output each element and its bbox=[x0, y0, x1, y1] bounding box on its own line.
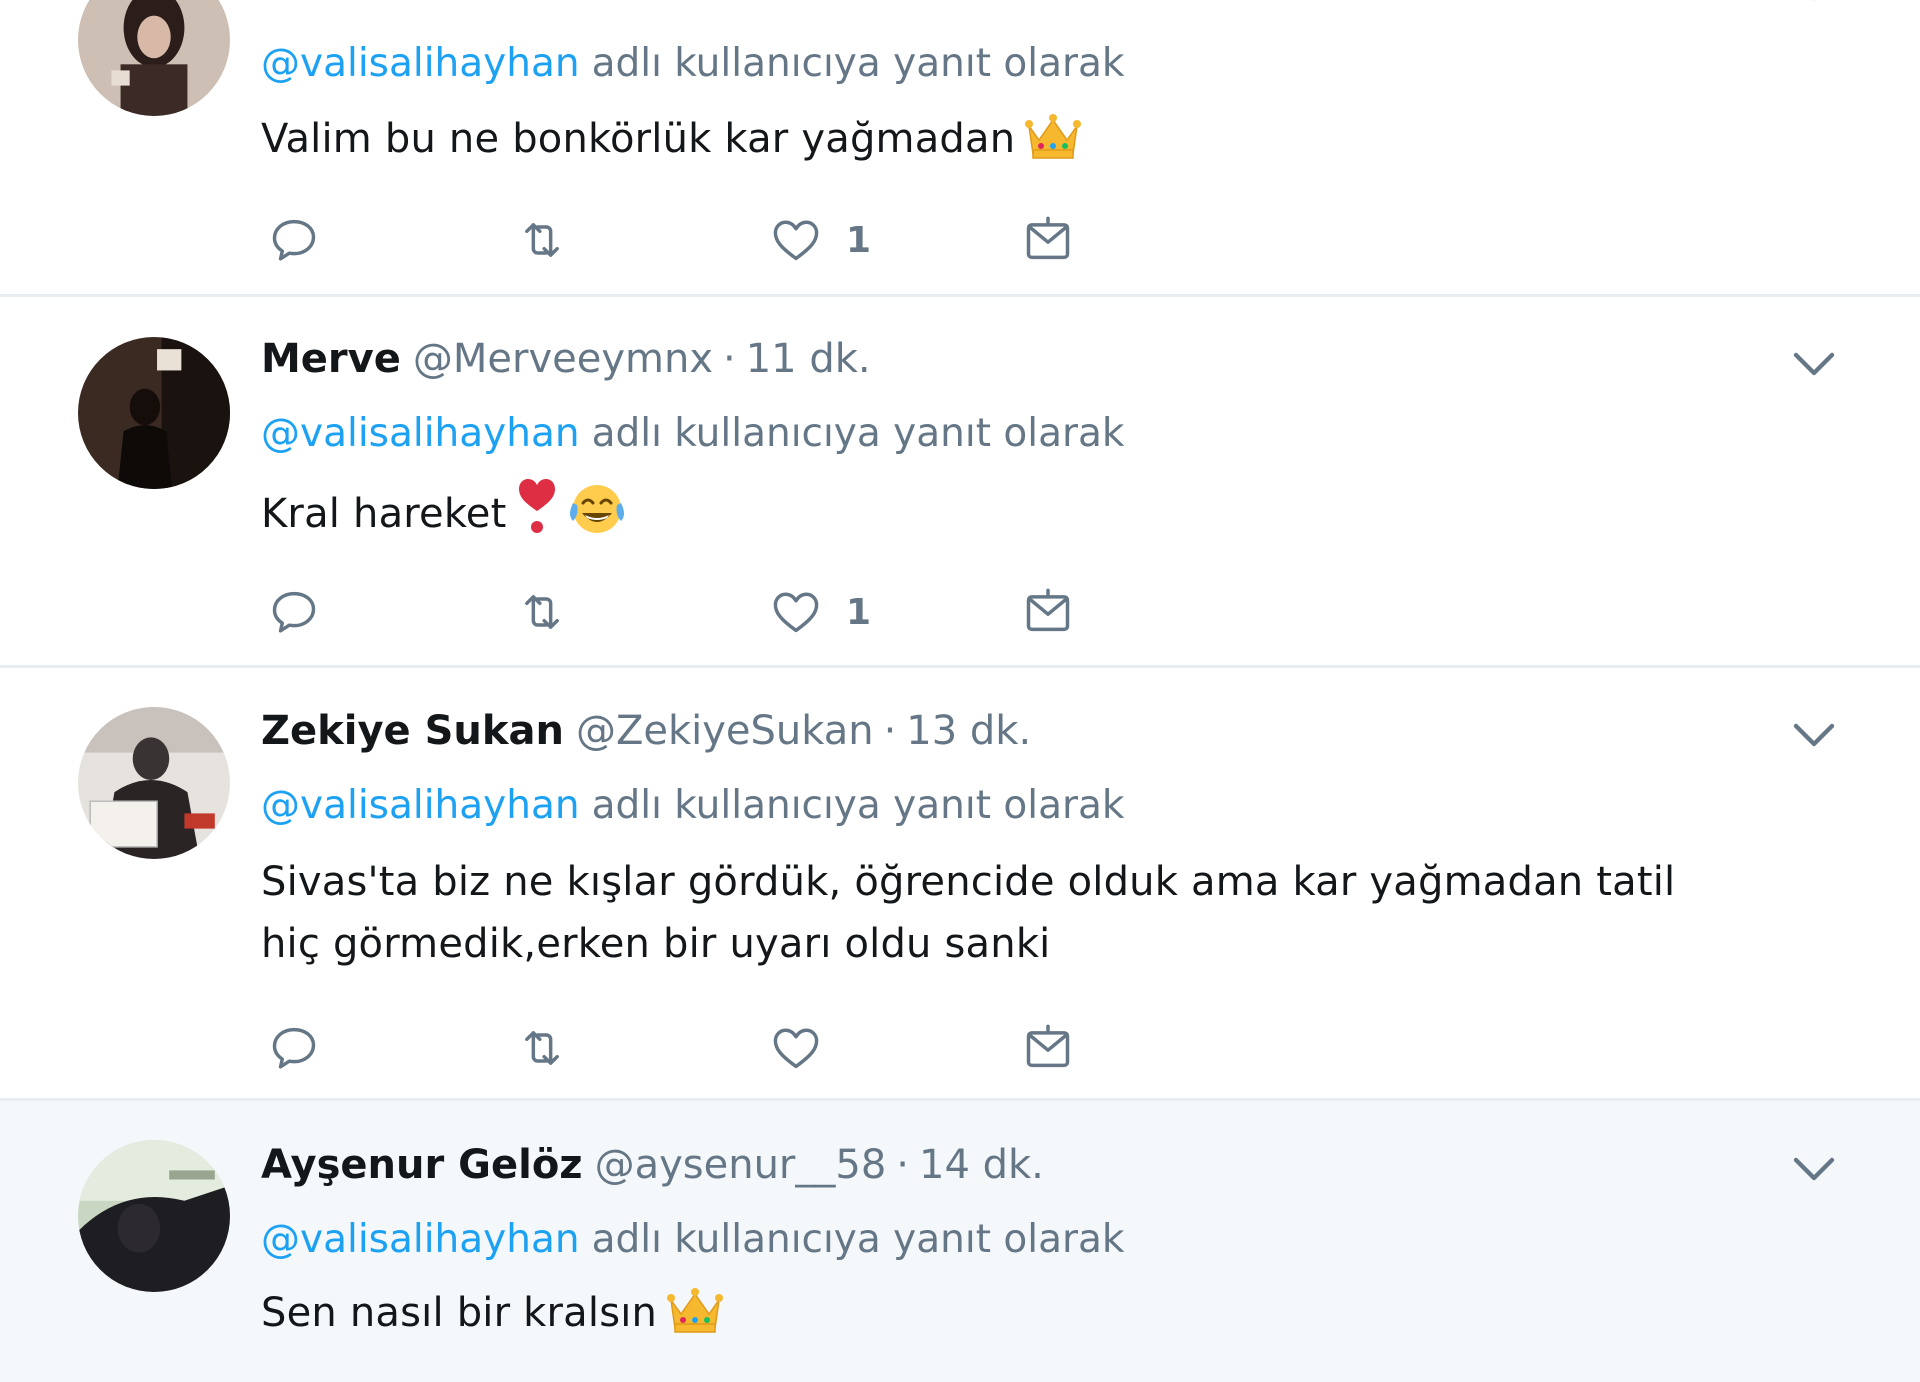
separator-dot: · bbox=[883, 708, 897, 754]
author-handle[interactable]: @ZekiyeSukan bbox=[576, 708, 874, 754]
crown-emoji bbox=[667, 1286, 724, 1336]
tweet-timestamp[interactable]: 11 dk. bbox=[746, 336, 871, 382]
crown-emoji bbox=[1025, 112, 1082, 162]
tweet-item[interactable]: @valisalihayhan adlı kullanıcıya yanıt ol… bbox=[0, 0, 1920, 297]
avatar[interactable] bbox=[78, 1140, 230, 1292]
author-name[interactable]: Merve bbox=[261, 336, 401, 382]
reply-context: @valisalihayhan adlı kullanıcıya yanıt ol… bbox=[261, 40, 1125, 88]
heavy-heart-exclamation-emoji bbox=[517, 477, 557, 537]
tweet-actions: 1 bbox=[268, 212, 1088, 268]
chevron-down-icon[interactable] bbox=[1790, 0, 1838, 10]
tweet-header: Merve @Merveeymnx · 11 dk. bbox=[261, 335, 871, 383]
reply-context-label: adlı kullanıcıya yanıt olarak bbox=[591, 411, 1125, 456]
author-handle[interactable]: @aysenur__58 bbox=[595, 1142, 887, 1188]
direct-message-button[interactable] bbox=[1022, 1020, 1074, 1076]
tweet-text-content: Kral hareket bbox=[261, 491, 507, 537]
separator-dot: · bbox=[896, 1142, 909, 1188]
like-button[interactable]: 1 bbox=[770, 212, 871, 268]
like-count: 1 bbox=[846, 219, 872, 261]
tweet-timestamp[interactable]: 14 dk. bbox=[919, 1142, 1044, 1188]
reply-mention-link[interactable]: @valisalihayhan bbox=[261, 1217, 580, 1262]
tweet-item[interactable]: Merve @Merveeymnx · 11 dk. @valisalihayhan a… bbox=[0, 297, 1920, 668]
avatar[interactable] bbox=[78, 707, 230, 859]
author-name[interactable]: Zekiye Sukan bbox=[261, 708, 564, 754]
reply-icon bbox=[272, 219, 316, 261]
tweet-text: Sen nasıl bir kralsın bbox=[261, 1282, 1741, 1344]
tweet-header: Ayşenur Gelöz @aysenur__58 · 14 dk. bbox=[261, 1141, 1044, 1189]
reply-icon bbox=[272, 591, 316, 633]
reply-context: @valisalihayhan adlı kullanıcıya yanıt ol… bbox=[261, 1216, 1125, 1264]
chevron-down-icon[interactable] bbox=[1790, 345, 1838, 385]
tears-of-joy-emoji bbox=[567, 481, 627, 537]
heart-icon bbox=[773, 220, 819, 261]
reply-icon bbox=[272, 1027, 316, 1069]
reply-mention-link[interactable]: @valisalihayhan bbox=[261, 41, 580, 86]
direct-message-button[interactable] bbox=[1022, 584, 1074, 640]
tweet-text-content: Valim bu ne bonkörlük kar yağmadan bbox=[261, 116, 1016, 162]
reply-button[interactable] bbox=[268, 1020, 320, 1076]
envelope-icon bbox=[1026, 1024, 1070, 1068]
replies-timeline: @valisalihayhan adlı kullanıcıya yanıt ol… bbox=[0, 0, 1920, 1382]
tweet-item[interactable]: Ayşenur Gelöz @aysenur__58 · 14 dk. @valisa… bbox=[0, 1101, 1920, 1382]
reply-button[interactable] bbox=[268, 212, 320, 268]
reply-mention-link[interactable]: @valisalihayhan bbox=[261, 783, 580, 828]
retweet-button[interactable] bbox=[516, 212, 568, 268]
tweet-actions bbox=[268, 1020, 1088, 1076]
retweet-icon bbox=[525, 595, 559, 629]
tweet-item[interactable]: Zekiye Sukan @ZekiyeSukan · 13 dk. @valisal… bbox=[0, 668, 1920, 1101]
direct-message-button[interactable] bbox=[1022, 212, 1074, 268]
tweet-timestamp[interactable]: 13 dk. bbox=[906, 708, 1031, 754]
tweet-text-content: Sivas'ta biz ne kışlar gördük, öğrencide… bbox=[261, 859, 1676, 967]
heart-icon bbox=[773, 592, 819, 633]
retweet-button[interactable] bbox=[516, 584, 568, 640]
tweet-header: Zekiye Sukan @ZekiyeSukan · 13 dk. bbox=[261, 707, 1031, 755]
tweet-actions: 1 bbox=[268, 584, 1088, 640]
chevron-down-icon[interactable] bbox=[1790, 716, 1838, 756]
chevron-down-icon[interactable] bbox=[1790, 1150, 1838, 1190]
avatar[interactable] bbox=[78, 337, 230, 489]
reply-context: @valisalihayhan adlı kullanıcıya yanıt ol… bbox=[261, 782, 1125, 830]
like-count: 1 bbox=[846, 591, 872, 633]
like-button[interactable] bbox=[770, 1020, 846, 1076]
author-name[interactable]: Ayşenur Gelöz bbox=[261, 1142, 583, 1188]
reply-context-label: adlı kullanıcıya yanıt olarak bbox=[591, 41, 1125, 86]
tweet-text: Sivas'ta biz ne kışlar gördük, öğrencide… bbox=[261, 851, 1741, 975]
tweet-text: Kral hareket bbox=[261, 477, 1741, 545]
tweet-text-content: Sen nasıl bir kralsın bbox=[261, 1290, 658, 1336]
envelope-icon bbox=[1026, 588, 1070, 632]
retweet-icon bbox=[525, 223, 559, 257]
reply-context-label: adlı kullanıcıya yanıt olarak bbox=[591, 1217, 1125, 1262]
retweet-icon bbox=[525, 1031, 559, 1065]
author-handle[interactable]: @Merveeymnx bbox=[413, 336, 713, 382]
reply-context: @valisalihayhan adlı kullanıcıya yanıt ol… bbox=[261, 410, 1125, 458]
reply-mention-link[interactable]: @valisalihayhan bbox=[261, 411, 580, 456]
like-button[interactable]: 1 bbox=[770, 584, 871, 640]
separator-dot: · bbox=[723, 336, 736, 382]
envelope-icon bbox=[1026, 216, 1070, 260]
reply-button[interactable] bbox=[268, 584, 320, 640]
tweet-text: Valim bu ne bonkörlük kar yağmadan bbox=[261, 108, 1741, 170]
retweet-button[interactable] bbox=[516, 1020, 568, 1076]
reply-context-label: adlı kullanıcıya yanıt olarak bbox=[591, 783, 1125, 828]
heart-icon bbox=[773, 1028, 819, 1069]
avatar[interactable] bbox=[78, 0, 230, 116]
